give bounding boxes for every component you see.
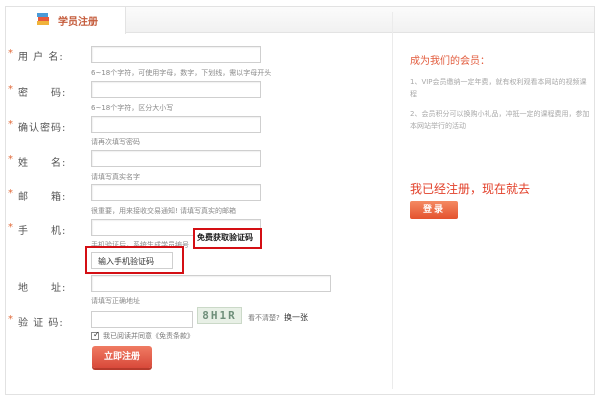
- agree-checkbox[interactable]: ✓: [91, 330, 100, 340]
- login-button[interactable]: 登录: [410, 201, 458, 219]
- already-registered-text: 我已经注册，现在就去: [410, 182, 531, 196]
- tab-label: 学员注册: [58, 17, 98, 28]
- agree-text: 我已阅读并同意《免责条款》: [103, 332, 194, 340]
- address-input[interactable]: [91, 275, 331, 292]
- username-input[interactable]: [91, 46, 261, 63]
- tab-student-register[interactable]: 学员注册: [6, 7, 126, 34]
- captcha-hint: 看不清楚?: [248, 314, 280, 322]
- email-hint: 很重要，用来接收交易通知! 请填写真实的邮箱: [91, 207, 237, 215]
- get-code-button[interactable]: 免费获取验证码: [197, 232, 253, 243]
- confirm-password-input[interactable]: [91, 116, 261, 133]
- sidebar-title: 成为我们的会员：: [410, 56, 490, 67]
- captcha-input[interactable]: [91, 311, 193, 328]
- confirm-password-hint: 请再次填写密码: [91, 138, 140, 146]
- captcha-image[interactable]: 8H1R: [197, 307, 242, 324]
- captcha-refresh-link[interactable]: 换一张: [284, 312, 308, 323]
- sidebar-item-1: 1、VIP会员缴纳一定年费，就有权利观看本网站的视频课程: [410, 78, 587, 98]
- check-icon: ✓: [93, 330, 100, 339]
- sidebar-item-2: 2、会员积分可以换购小礼品，冲抵一定的课程费用，参加本网站举行的活动: [410, 110, 590, 130]
- header-bar: 学员注册: [6, 7, 594, 34]
- name-input[interactable]: [91, 150, 261, 167]
- register-button[interactable]: 立即注册: [92, 346, 152, 368]
- address-hint: 请填写正确地址: [91, 297, 140, 305]
- phone-code-input[interactable]: 输入手机验证码: [91, 252, 173, 269]
- password-hint: 6~18个字符，区分大小写: [91, 104, 174, 112]
- divider: [392, 12, 393, 389]
- books-icon: [37, 13, 49, 25]
- email-input[interactable]: [91, 184, 261, 201]
- username-hint: 6~18个字符，可使用字母，数字，下划线，需以字母开头: [91, 69, 272, 77]
- password-input[interactable]: [91, 81, 261, 98]
- name-hint: 请填写真实名字: [91, 173, 140, 181]
